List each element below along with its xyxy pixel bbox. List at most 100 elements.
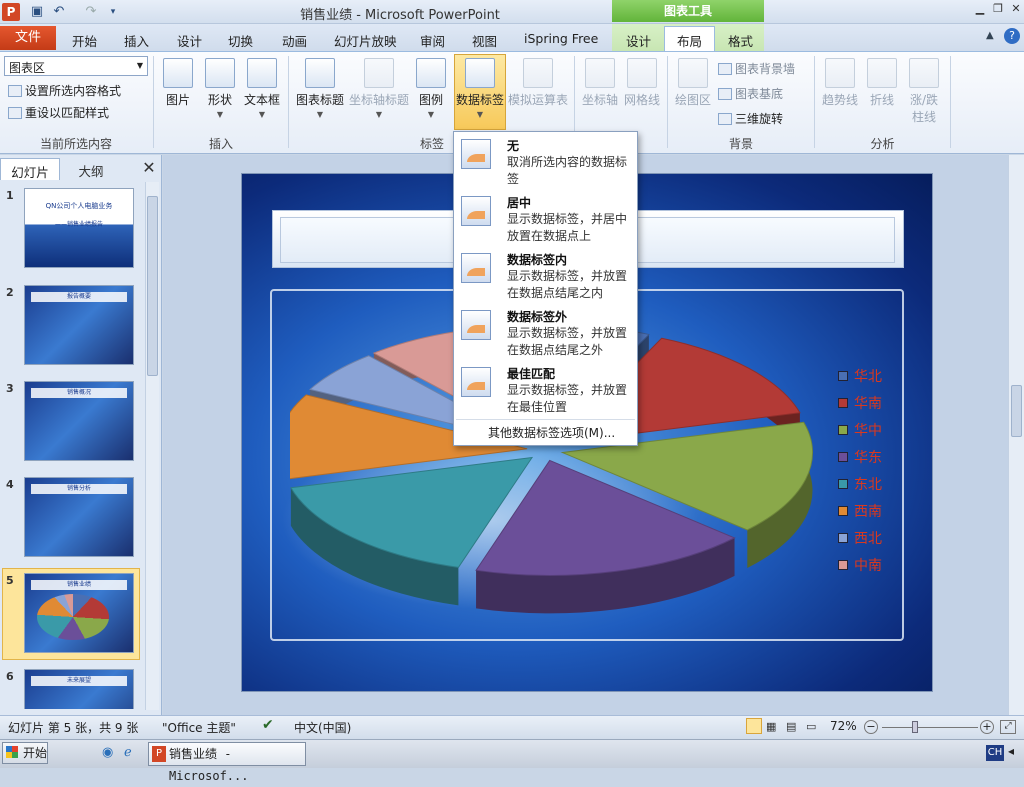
- help-icon[interactable]: ?: [1004, 28, 1020, 44]
- slide-thumbnail-5[interactable]: 5 销售业绩: [6, 573, 140, 661]
- axes-button[interactable]: 坐标轴: [580, 56, 620, 108]
- zoom-in-icon[interactable]: +: [980, 720, 994, 734]
- axis-titles-button[interactable]: 坐标轴标题 ▼: [348, 56, 410, 119]
- menu-item-center[interactable]: 居中 显示数据标签，并居中放置在数据点上: [454, 189, 637, 246]
- insert-picture-button[interactable]: 图片: [160, 56, 196, 108]
- tab-insert[interactable]: 插入: [112, 27, 161, 51]
- legend-item[interactable]: 东北: [838, 470, 898, 497]
- slide-thumbnail-6[interactable]: 6 未来展望: [6, 669, 140, 709]
- scroll-thumb[interactable]: [1011, 385, 1022, 437]
- tab-review[interactable]: 审阅: [408, 27, 457, 51]
- updown-bars-button[interactable]: 涨/跌 柱线: [902, 56, 946, 125]
- tab-chart-layout[interactable]: 布局: [664, 26, 716, 51]
- slide-thumbnail-1[interactable]: 1 QN公司个人电脑业务 ——销售业绩报告: [6, 188, 140, 276]
- legend-button[interactable]: 图例 ▼: [414, 56, 448, 119]
- collapse-ribbon-icon[interactable]: ▲: [986, 30, 994, 41]
- menu-item-outside-end[interactable]: 数据标签外 显示数据标签，并放置在数据点结尾之外: [454, 303, 637, 360]
- chart-floor-label: 图表基底: [735, 87, 784, 101]
- trendline-button[interactable]: 趋势线: [820, 56, 860, 108]
- menu-item-more-options[interactable]: 其他数据标签选项(M)...: [488, 424, 615, 441]
- format-selection-button[interactable]: 设置所选内容格式: [8, 82, 121, 99]
- powerpoint-app-icon[interactable]: P: [2, 3, 20, 21]
- undo-icon[interactable]: ↶: [50, 4, 68, 20]
- tab-animations[interactable]: 动画: [270, 27, 319, 51]
- tab-outline[interactable]: 大纲: [62, 158, 120, 180]
- data-labels-menu: 无取消所选内容的数据标签 居中 显示数据标签，并居中放置在数据点上 数据标签内 显示…: [453, 131, 638, 446]
- tab-slideshow[interactable]: 幻灯片放映: [322, 27, 409, 51]
- chart-element-selector[interactable]: 图表区 ▼: [4, 56, 148, 76]
- reading-view-icon[interactable]: ▤: [786, 720, 796, 733]
- legend-item[interactable]: 西北: [838, 524, 898, 551]
- menu-item-inside-end[interactable]: 数据标签内 显示数据标签，并放置在数据点结尾之内: [454, 246, 637, 303]
- window-title: 销售业绩 - Microsoft PowerPoint: [300, 8, 500, 23]
- zoom-level[interactable]: 72%: [830, 719, 857, 733]
- theme-status[interactable]: "Office 主题": [162, 719, 236, 736]
- reset-style-button[interactable]: 重设以匹配样式: [8, 104, 109, 121]
- normal-view-icon[interactable]: [746, 718, 762, 734]
- ime-indicator[interactable]: CH: [986, 745, 1004, 761]
- updown-bars-label: 涨/跌 柱线: [909, 93, 939, 124]
- tab-ispring[interactable]: iSpring Free: [512, 27, 610, 51]
- menu-item-title: 数据标签内: [507, 253, 568, 267]
- tab-transitions[interactable]: 切换: [216, 27, 265, 51]
- save-icon[interactable]: ▣: [28, 4, 46, 20]
- data-table-button[interactable]: 模拟运算表: [506, 56, 570, 108]
- tab-design[interactable]: 设计: [165, 27, 214, 51]
- slideshow-icon[interactable]: ▭: [806, 720, 816, 733]
- language-status[interactable]: 中文(中国): [294, 719, 351, 736]
- thumb-subtitle: ——销售业绩报告: [55, 221, 104, 228]
- insert-textbox-button[interactable]: 文本框 ▼: [242, 56, 282, 119]
- chart-wall-button[interactable]: 图表背景墙: [718, 60, 795, 77]
- menu-item-title: 无: [507, 139, 520, 153]
- quicklaunch-icon[interactable]: ◉: [102, 745, 113, 760]
- close-icon[interactable]: ✕: [1008, 2, 1024, 18]
- chart-legend[interactable]: 华北 华南 华中 华东 东北 西南 西北 中南: [838, 362, 898, 578]
- legend-item[interactable]: 西南: [838, 497, 898, 524]
- minimize-icon[interactable]: ▁: [972, 2, 988, 18]
- legend-swatch: [838, 478, 848, 489]
- slide-number: 6: [6, 670, 14, 683]
- scroll-thumb[interactable]: [147, 196, 158, 376]
- redo-icon[interactable]: ↷: [82, 4, 100, 20]
- rotation-3d-button[interactable]: 三维旋转: [718, 110, 783, 127]
- menu-item-none[interactable]: 无取消所选内容的数据标签: [454, 132, 637, 189]
- legend-item[interactable]: 中南: [838, 551, 898, 578]
- close-panel-icon[interactable]: ✕: [140, 158, 158, 177]
- slide-thumbnail-2[interactable]: 2 报告概要: [6, 285, 140, 373]
- customize-qat-icon[interactable]: ▾: [104, 4, 122, 20]
- insert-shape-button[interactable]: 形状 ▼: [202, 56, 238, 119]
- chart-floor-button[interactable]: 图表基底: [718, 85, 783, 102]
- tab-slides[interactable]: 幻灯片: [0, 158, 60, 180]
- plot-area-button[interactable]: 绘图区: [672, 56, 714, 108]
- ie-icon[interactable]: ℯ: [124, 745, 132, 760]
- chart-title-button[interactable]: 图表标题 ▼: [294, 56, 346, 119]
- legend-item[interactable]: 华北: [838, 362, 898, 389]
- gridlines-button[interactable]: 网格线: [622, 56, 662, 108]
- menu-item-best-fit[interactable]: 最佳匹配 显示数据标签，并放置在最佳位置: [454, 360, 637, 417]
- tab-chart-format[interactable]: 格式: [716, 27, 765, 51]
- fit-to-window-icon[interactable]: ⤢: [1000, 720, 1016, 734]
- legend-item[interactable]: 华南: [838, 389, 898, 416]
- taskbar-app-button[interactable]: 销售业绩 - Microsof...: [148, 742, 306, 783]
- legend-swatch: [838, 559, 848, 570]
- sound-icon[interactable]: ◂: [1008, 744, 1014, 758]
- zoom-slider-thumb[interactable]: [912, 721, 918, 733]
- restore-icon[interactable]: ❐: [990, 2, 1006, 18]
- lines-button[interactable]: 折线: [864, 56, 900, 108]
- tab-file[interactable]: 文件: [0, 26, 56, 50]
- slides-panel-scrollbar[interactable]: [145, 182, 159, 710]
- legend-item[interactable]: 华中: [838, 416, 898, 443]
- tab-chart-design[interactable]: 设计: [614, 27, 663, 51]
- zoom-out-icon[interactable]: −: [864, 720, 878, 734]
- zoom-slider-track[interactable]: [882, 727, 978, 728]
- spellcheck-icon[interactable]: ✔: [262, 717, 274, 733]
- thumb-title: 未来展望: [31, 676, 127, 686]
- tab-home[interactable]: 开始: [60, 27, 109, 51]
- slide-sorter-icon[interactable]: ▦: [766, 720, 776, 733]
- legend-item[interactable]: 华东: [838, 443, 898, 470]
- data-labels-button[interactable]: 数据标签 ▼: [454, 56, 506, 119]
- slide-thumbnail-4[interactable]: 4 销售分析: [6, 477, 140, 565]
- slide-scrollbar[interactable]: [1008, 155, 1024, 715]
- tab-view[interactable]: 视图: [460, 27, 509, 51]
- slide-thumbnail-3[interactable]: 3 销售概况: [6, 381, 140, 469]
